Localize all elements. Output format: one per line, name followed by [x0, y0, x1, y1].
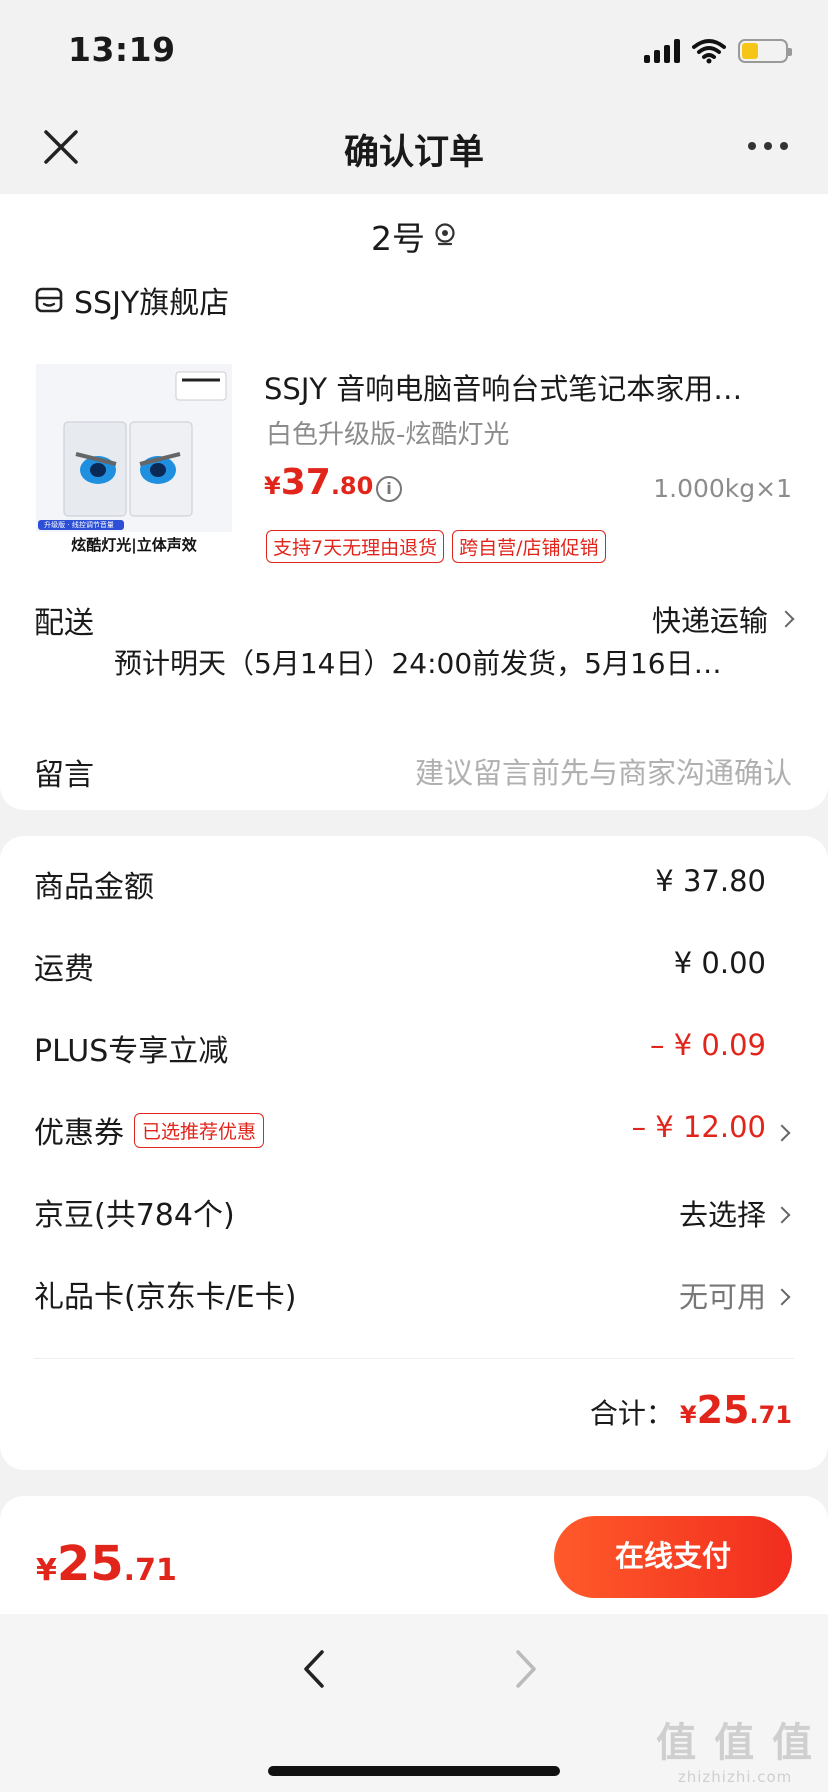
product-image[interactable]: 升级版 · 线控调节音量 炫酷灯光|立体声效: [36, 364, 232, 560]
product-image-caption: 炫酷灯光|立体声效: [71, 536, 197, 554]
jingdou-select: 去选择: [678, 1198, 766, 1232]
more-options-icon[interactable]: [748, 142, 788, 150]
message-input[interactable]: 建议留言前先与商家沟通确认: [415, 750, 792, 792]
price-info-icon[interactable]: i: [376, 476, 402, 502]
product-tags: 支持7天无理由退货 跨自营/店铺促销: [266, 530, 606, 563]
checkout-amount: ¥25.71: [36, 1536, 177, 1592]
product-image-badge: 升级版 · 线控调节音量: [44, 521, 114, 529]
battery-icon: [738, 39, 792, 63]
pay-online-button[interactable]: 在线支付: [554, 1516, 792, 1598]
order-total: 合计： ¥25.71: [589, 1388, 792, 1432]
shipping-fee: ¥ 0.00: [673, 946, 766, 980]
goods-amount: ¥ 37.80: [655, 864, 766, 898]
price-summary-card: 商品金额 ¥ 37.80 运费 ¥ 0.00 PLUS专享立减 – ¥ 0.09…: [0, 836, 828, 1470]
checkout-bar: ¥25.71 在线支付: [0, 1496, 828, 1614]
product-weight-quantity: 1.000kg×1: [653, 474, 792, 503]
store-icon: [35, 287, 63, 313]
product-title[interactable]: SSJY 音响电脑音响台式笔记本家用…: [264, 366, 794, 408]
return-policy-tag: 支持7天无理由退货: [266, 530, 445, 563]
shipping-fee-row: 运费 ¥ 0.00: [34, 946, 766, 987]
chevron-right-icon: [773, 1124, 791, 1142]
shop-header[interactable]: SSJY旗舰店: [34, 278, 229, 322]
plus-discount-row: PLUS专享立减 – ¥ 0.09: [34, 1028, 766, 1069]
location-pin-icon: [435, 223, 455, 246]
coupon-row[interactable]: 优惠券 已选推荐优惠 – ¥ 12.00: [0, 1102, 828, 1162]
back-arrow-icon[interactable]: [290, 1644, 340, 1694]
home-indicator[interactable]: [268, 1766, 560, 1776]
speaker-product-illustration: [36, 364, 232, 560]
giftcard-status: 无可用: [678, 1280, 766, 1314]
delivery-method-selector[interactable]: 快递运输: [651, 598, 795, 640]
coupon-label: 优惠券: [34, 1116, 124, 1151]
jingdou-row[interactable]: 京豆(共784个) 去选择: [0, 1184, 828, 1244]
message-label: 留言: [34, 758, 94, 793]
status-time: 13:19: [68, 30, 176, 69]
delivery-label: 配送: [34, 606, 94, 641]
page-title: 确认订单: [343, 133, 484, 173]
status-icons: [644, 36, 792, 66]
browser-toolbar: 值 值 值 zhizhizhi.com: [0, 1614, 828, 1792]
goods-amount-row: 商品金额 ¥ 37.80: [34, 864, 766, 905]
coupon-discount: – ¥ 12.00: [631, 1110, 766, 1144]
delivery-eta: 预计明天（5月14日）24:00前发货，5月16日…: [114, 647, 722, 680]
wifi-icon: [692, 39, 726, 64]
product-price: ¥37.80: [264, 462, 374, 503]
chevron-right-icon: [777, 610, 795, 628]
plus-discount: – ¥ 0.09: [650, 1028, 766, 1062]
shop-name: SSJY旗舰店: [74, 286, 230, 321]
divider: [34, 1358, 794, 1359]
cellular-signal-icon: [644, 39, 680, 63]
product-sku[interactable]: 白色升级版-炫酷灯光: [266, 414, 509, 451]
watermark-logo: 值 值 值 zhizhizhi.com: [656, 1720, 814, 1786]
promotion-tag: 跨自营/店铺促销: [452, 530, 606, 563]
address-label: 2号: [371, 219, 425, 258]
giftcard-row[interactable]: 礼品卡(京东卡/E卡) 无可用: [0, 1266, 828, 1326]
delivery-method: 快递运输: [651, 604, 768, 638]
status-bar: 13:19: [0, 0, 828, 100]
chevron-right-icon: [773, 1288, 791, 1306]
nav-bar: 确认订单: [0, 100, 828, 194]
coupon-recommended-tag: 已选推荐优惠: [134, 1112, 265, 1148]
address-selector[interactable]: 2号: [0, 194, 828, 272]
order-item-card: SSJY旗舰店 升级版 · 线控调节音量 炫酷灯光|立体声效 SSJY 音响电脑…: [0, 272, 828, 810]
forward-arrow-icon[interactable]: [500, 1644, 550, 1694]
chevron-right-icon: [773, 1206, 791, 1224]
